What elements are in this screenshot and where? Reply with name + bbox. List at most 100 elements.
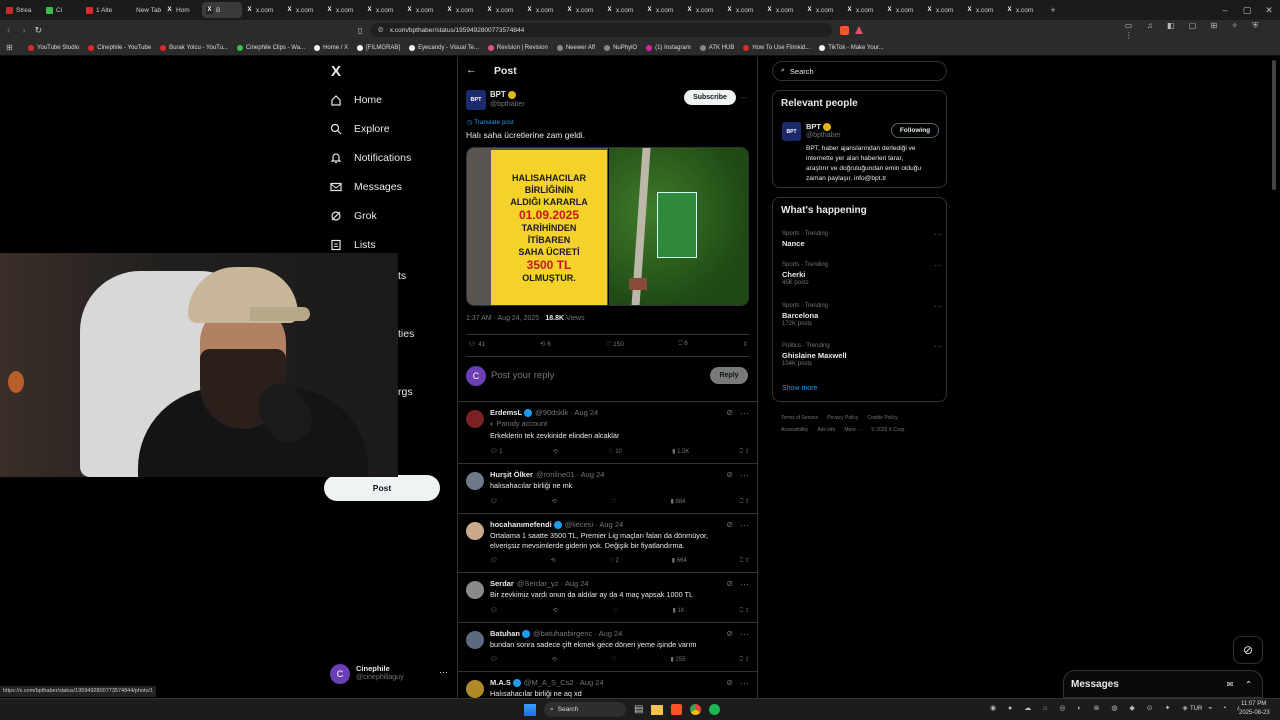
relevant-avatar[interactable]: BPT xyxy=(782,122,801,141)
bookmark-item[interactable]: Eyecandy - Visual Te... xyxy=(409,44,479,51)
bookmark-item[interactable]: [FILMGRAB] xyxy=(357,44,400,51)
nav-item-explore[interactable]: Explore xyxy=(330,123,390,135)
grok-explain-icon[interactable]: ⊘ xyxy=(726,408,733,417)
browser-tab[interactable]: Xx.com xyxy=(362,2,402,18)
more-icon[interactable]: ··· xyxy=(934,261,942,270)
apps-grid-icon[interactable]: ⊞ xyxy=(6,43,13,52)
post-author-name[interactable]: BPT xyxy=(490,90,516,99)
repost-action[interactable]: ⟲ xyxy=(551,557,556,565)
nav-item-messages[interactable]: Messages xyxy=(330,181,402,193)
bookmark-item[interactable]: How To Use Filmkid... xyxy=(743,44,810,51)
bookmark-item[interactable]: (1) Instagram xyxy=(646,44,691,51)
browser-tab[interactable]: Xx.com xyxy=(322,2,362,18)
reply-button[interactable]: Reply xyxy=(710,367,748,384)
browser-tab[interactable]: Xx.com xyxy=(482,2,522,18)
browser-tab[interactable]: Xx.com xyxy=(602,2,642,18)
nav-item-grok[interactable]: Grok xyxy=(330,210,377,222)
trend-item[interactable]: Sports · Trending Nance ··· xyxy=(782,230,942,248)
brave-shield-icon[interactable] xyxy=(840,25,849,35)
show-more-link[interactable]: Show more xyxy=(782,385,817,392)
reply-item[interactable]: Serdar @Serdar_yz · Aug 24 ⊘ ··· Bir zevkimi… xyxy=(458,572,757,622)
search-box[interactable]: ⌕ Search xyxy=(772,61,947,81)
bookmark-action[interactable]: ⎕ 6 xyxy=(679,340,688,348)
reply-action[interactable]: 💬︎ xyxy=(490,557,498,565)
more-icon[interactable]: ··· xyxy=(740,520,749,530)
trend-item[interactable]: Politics · Trending Ghislaine Maxwell 104K… xyxy=(782,342,942,369)
browser-tab[interactable]: Strea xyxy=(2,2,42,18)
avatar[interactable] xyxy=(466,581,484,599)
like-action[interactable]: ♡ 150 xyxy=(605,340,624,348)
avatar[interactable] xyxy=(466,410,484,428)
heart-action[interactable]: ♡ 2 xyxy=(608,557,618,565)
bookmark-item[interactable]: Neewer Aff xyxy=(556,44,595,51)
reply-author[interactable]: Serdar xyxy=(490,579,514,588)
messages-dock[interactable]: Messages ✉ ⌃ xyxy=(1063,670,1263,698)
heart-action[interactable]: ♡ 10 xyxy=(608,448,622,456)
more-icon[interactable]: ··· xyxy=(439,667,448,677)
heart-action[interactable]: ♡ xyxy=(611,656,616,664)
system-tray-icons[interactable]: ◉ ● ☁ ⌂ ◎ ◐ ⊗ ◍ ◆ ⊙ ✦ ◈ xyxy=(990,704,1193,712)
close-icon[interactable]: ✕ xyxy=(1258,5,1280,16)
url-field[interactable]: ⚙ x.com/bpthaber/status/1959492800773574… xyxy=(371,23,833,37)
browser-tab[interactable]: Xx.com xyxy=(922,2,962,18)
browser-tab[interactable]: X Hom xyxy=(162,2,202,18)
repost-action[interactable]: ⟲ xyxy=(553,448,558,456)
maximize-icon[interactable]: ▢ xyxy=(1236,5,1258,16)
x-logo-icon[interactable]: X xyxy=(331,63,341,80)
views-action[interactable]: ▮ 664 xyxy=(672,557,687,565)
reply-item[interactable]: Batuhan @batuhanbirgenc · Aug 24 ⊘ ··· bunda… xyxy=(458,622,757,671)
bookmark-item[interactable]: ATK HUB xyxy=(699,44,734,51)
reply-action[interactable]: 💬︎ xyxy=(490,498,498,506)
repost-action[interactable]: ⟲ xyxy=(552,498,557,506)
bookmark-item[interactable]: Burak Yolcu - YouTu... xyxy=(160,44,228,51)
more-icon[interactable]: ··· xyxy=(740,629,749,639)
browser-tab[interactable]: Xx.com xyxy=(722,2,762,18)
post-media[interactable]: HALISAHACILAR BİRLİĞİNİN ALDIĞI KARARLA 01.… xyxy=(466,147,749,306)
extensions-icons[interactable]: ▭ ♫ ◧ ▢ ⊞ ✧ ⛨ ⋮ xyxy=(1125,21,1280,40)
browser-tab[interactable]: Xx.com xyxy=(402,2,442,18)
browser-tab[interactable]: Xx.com xyxy=(642,2,682,18)
footer-link[interactable]: Terms of Service xyxy=(781,415,818,421)
heart-action[interactable]: ♡ xyxy=(612,607,617,615)
more-icon[interactable]: ··· xyxy=(740,579,749,589)
reply-author[interactable]: hocahanımefendi xyxy=(490,520,552,529)
more-icon[interactable]: ··· xyxy=(740,408,749,418)
bookmark-item[interactable]: Cinephile - YouTube xyxy=(88,44,151,51)
reply-item[interactable]: hocahanımefendi @liecesi · Aug 24 ⊘ ··· Orta… xyxy=(458,513,757,572)
clock-time[interactable]: 11:07 PM xyxy=(1241,701,1266,707)
views-action[interactable]: ▮ 255 xyxy=(671,656,686,664)
grok-explain-icon[interactable]: ⊘ xyxy=(726,678,733,687)
more-icon[interactable]: ··· xyxy=(934,342,942,351)
post-button[interactable]: Post xyxy=(324,475,440,501)
translate-post-link[interactable]: ◷ Translate post xyxy=(467,119,514,126)
repost-action[interactable]: ⟲ xyxy=(552,607,557,615)
footer-link[interactable]: Cookie Policy xyxy=(867,415,897,421)
reload-icon[interactable]: ↻ xyxy=(31,25,46,36)
trend-item[interactable]: Sports · Trending Cherki 45K posts ··· xyxy=(782,261,942,288)
brave-rewards-icon[interactable] xyxy=(854,26,863,34)
reply-input[interactable]: Post your reply xyxy=(491,370,554,381)
footer-link[interactable]: Ads info xyxy=(817,427,835,433)
reply-action[interactable]: 💬︎ xyxy=(490,607,498,615)
share-icon[interactable]: ⇪ xyxy=(745,499,750,505)
browser-tab[interactable]: XB xyxy=(202,2,242,18)
share-icon[interactable]: ⇪ xyxy=(745,449,750,455)
more-icon[interactable]: ··· xyxy=(934,302,942,311)
avatar[interactable] xyxy=(466,522,484,540)
heart-action[interactable]: ♡ xyxy=(611,498,616,506)
following-button[interactable]: Following xyxy=(891,123,939,138)
browser-tab[interactable]: Xx.com xyxy=(282,2,322,18)
more-icon[interactable]: ··· xyxy=(934,230,942,239)
browser-tab[interactable]: Xx.com xyxy=(762,2,802,18)
bookmark-item[interactable]: Revision | Revision xyxy=(487,44,548,51)
browser-tab[interactable]: Xx.com xyxy=(682,2,722,18)
trend-item[interactable]: Sports · Trending Barcelona 172K posts ··· xyxy=(782,302,942,329)
aerial-photo[interactable] xyxy=(609,148,748,305)
footer-link[interactable]: Accessibility xyxy=(781,427,808,433)
browser-tab[interactable]: Xx.com xyxy=(522,2,562,18)
browser-tab[interactable]: Xx.com xyxy=(802,2,842,18)
minimize-icon[interactable]: – xyxy=(1214,5,1236,15)
avatar[interactable] xyxy=(466,631,484,649)
sign-photo[interactable]: HALISAHACILAR BİRLİĞİNİN ALDIĞI KARARLA 01.… xyxy=(467,148,608,305)
browser-tab[interactable]: New Tab xyxy=(122,2,162,18)
